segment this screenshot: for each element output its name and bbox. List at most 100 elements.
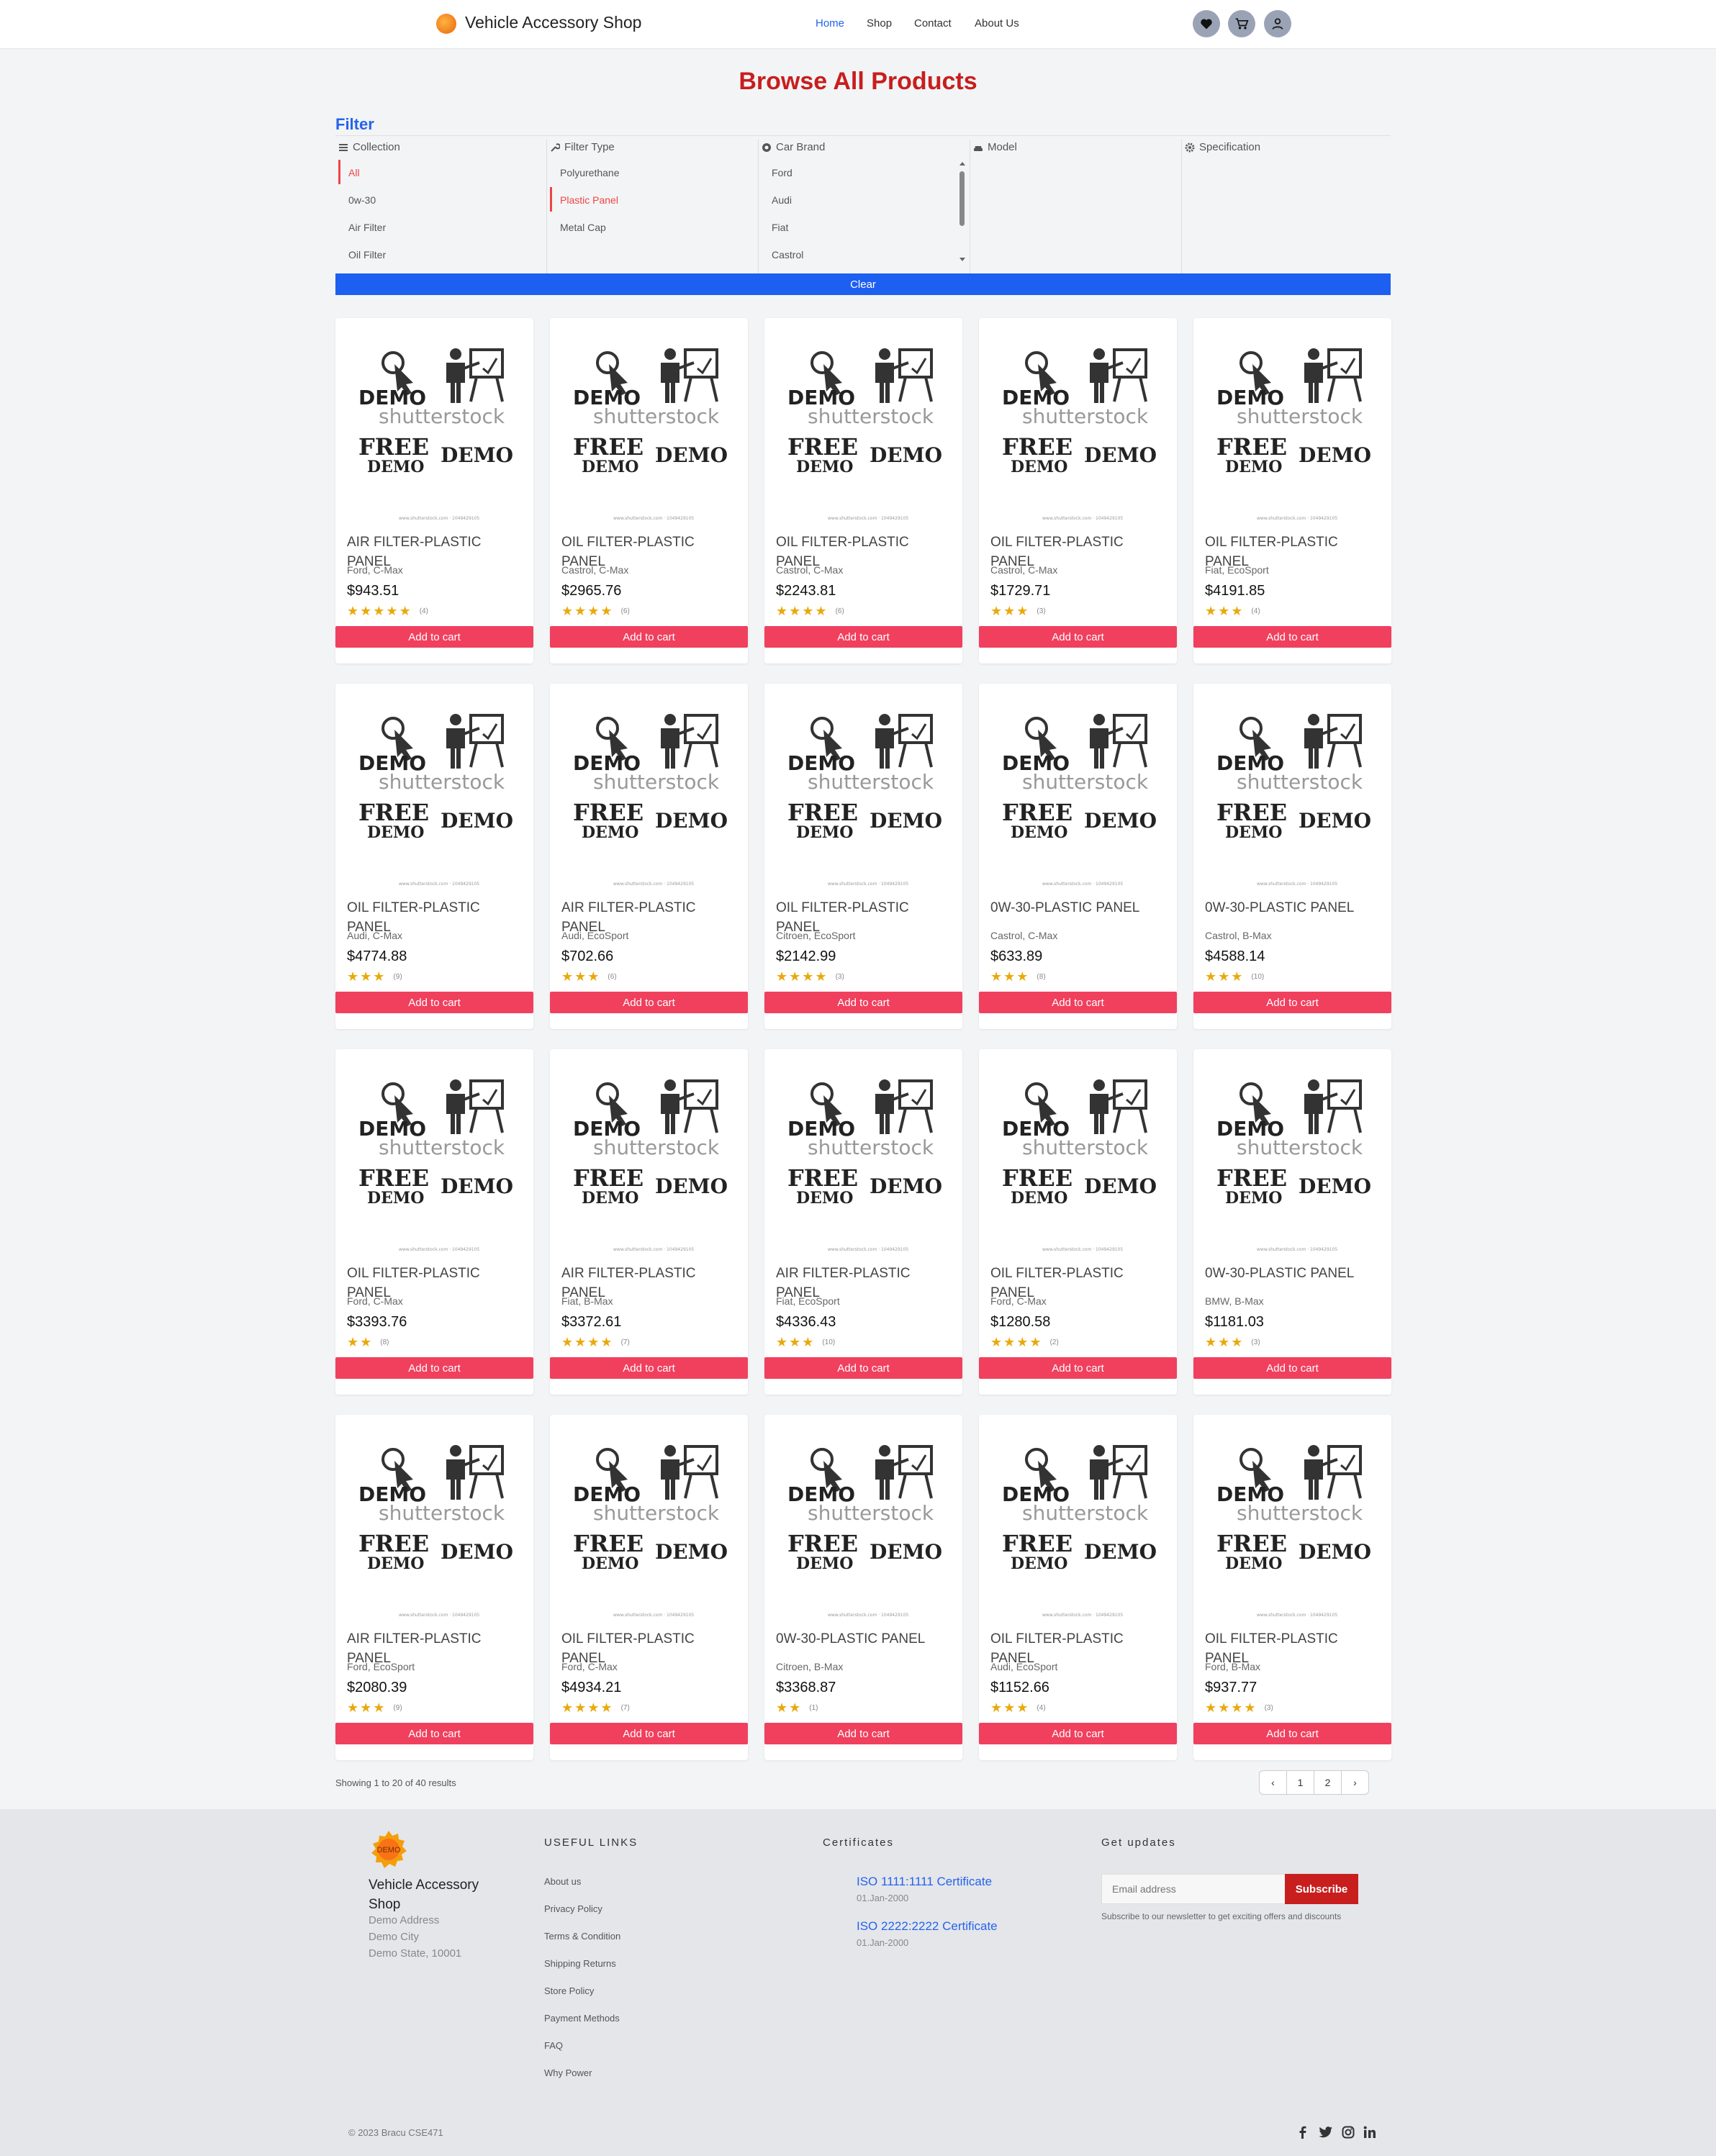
clear-filters-button[interactable]: Clear xyxy=(335,273,1391,295)
footer-link-payment[interactable]: Payment Methods xyxy=(544,2013,620,2024)
add-to-cart-button[interactable]: Add to cart xyxy=(1193,992,1391,1013)
filter-option-castrol[interactable]: Castrol xyxy=(772,249,803,261)
product-card[interactable]: DEMO shutterstock FREE DEMO DEMO www.shu… xyxy=(335,684,533,1029)
product-image[interactable]: DEMO shutterstock FREE DEMO DEMO www.shu… xyxy=(1193,1049,1391,1254)
certificate-link[interactable]: ISO 1111:1111 Certificate xyxy=(857,1875,992,1889)
product-image[interactable]: DEMO shutterstock FREE DEMO DEMO www.shu… xyxy=(550,684,748,889)
filter-option-ford[interactable]: Ford xyxy=(772,167,792,178)
nav-shop[interactable]: Shop xyxy=(867,17,892,30)
product-image[interactable]: DEMO shutterstock FREE DEMO DEMO www.shu… xyxy=(764,318,962,523)
add-to-cart-button[interactable]: Add to cart xyxy=(764,626,962,648)
filter-option-polyurethane[interactable]: Polyurethane xyxy=(560,167,620,178)
filter-option-air-filter[interactable]: Air Filter xyxy=(348,222,386,233)
product-card[interactable]: DEMO shutterstock FREE DEMO DEMO www.shu… xyxy=(550,684,748,1029)
add-to-cart-button[interactable]: Add to cart xyxy=(335,1357,533,1379)
filter-option-all[interactable]: All xyxy=(348,167,360,178)
scroll-thumb[interactable] xyxy=(959,171,965,226)
add-to-cart-button[interactable]: Add to cart xyxy=(550,992,748,1013)
footer-link-terms[interactable]: Terms & Condition xyxy=(544,1931,620,1942)
product-image[interactable]: DEMO shutterstock FREE DEMO DEMO www.shu… xyxy=(550,1415,748,1620)
product-name[interactable]: 0W-30-Plastic Panel xyxy=(1205,1264,1385,1283)
product-image[interactable]: DEMO shutterstock FREE DEMO DEMO www.shu… xyxy=(550,318,748,523)
product-card[interactable]: DEMO shutterstock FREE DEMO DEMO www.shu… xyxy=(764,684,962,1029)
shop-logo[interactable] xyxy=(436,14,456,34)
subscribe-button[interactable]: Subscribe xyxy=(1285,1874,1358,1904)
product-card[interactable]: DEMO shutterstock FREE DEMO DEMO www.shu… xyxy=(335,318,533,663)
product-card[interactable]: DEMO shutterstock FREE DEMO DEMO www.shu… xyxy=(550,1415,748,1760)
product-image[interactable]: DEMO shutterstock FREE DEMO DEMO www.shu… xyxy=(764,684,962,889)
product-name[interactable]: 0W-30-Plastic Panel xyxy=(776,1629,956,1649)
product-card[interactable]: DEMO shutterstock FREE DEMO DEMO www.shu… xyxy=(979,684,1177,1029)
account-button[interactable] xyxy=(1264,10,1291,37)
product-card[interactable]: DEMO shutterstock FREE DEMO DEMO www.shu… xyxy=(764,318,962,663)
cart-button[interactable] xyxy=(1228,10,1255,37)
product-image[interactable]: DEMO shutterstock FREE DEMO DEMO www.shu… xyxy=(1193,1415,1391,1620)
page-2-button[interactable]: 2 xyxy=(1314,1770,1342,1795)
add-to-cart-button[interactable]: Add to cart xyxy=(979,1357,1177,1379)
filter-option-0w30[interactable]: 0w-30 xyxy=(348,194,376,206)
product-card[interactable]: DEMO shutterstock FREE DEMO DEMO www.shu… xyxy=(979,1049,1177,1395)
nav-about-us[interactable]: About Us xyxy=(975,17,1019,30)
product-card[interactable]: DEMO shutterstock FREE DEMO DEMO www.shu… xyxy=(1193,1415,1391,1760)
product-image[interactable]: DEMO shutterstock FREE DEMO DEMO www.shu… xyxy=(979,318,1177,523)
add-to-cart-button[interactable]: Add to cart xyxy=(335,1723,533,1744)
product-image[interactable]: DEMO shutterstock FREE DEMO DEMO www.shu… xyxy=(550,1049,748,1254)
product-card[interactable]: DEMO shutterstock FREE DEMO DEMO www.shu… xyxy=(335,1415,533,1760)
product-card[interactable]: DEMO shutterstock FREE DEMO DEMO www.shu… xyxy=(335,1049,533,1395)
add-to-cart-button[interactable]: Add to cart xyxy=(979,1723,1177,1744)
product-card[interactable]: DEMO shutterstock FREE DEMO DEMO www.shu… xyxy=(764,1049,962,1395)
filter-option-plastic-panel[interactable]: Plastic Panel xyxy=(560,194,618,206)
next-page-button[interactable]: › xyxy=(1341,1770,1369,1795)
product-card[interactable]: DEMO shutterstock FREE DEMO DEMO www.shu… xyxy=(1193,684,1391,1029)
scroll-up-icon[interactable] xyxy=(959,160,966,167)
add-to-cart-button[interactable]: Add to cart xyxy=(550,1357,748,1379)
scroll-down-icon[interactable] xyxy=(959,256,966,263)
add-to-cart-button[interactable]: Add to cart xyxy=(764,1357,962,1379)
product-image[interactable]: DEMO shutterstock FREE DEMO DEMO www.shu… xyxy=(1193,684,1391,889)
wishlist-button[interactable] xyxy=(1193,10,1220,37)
product-card[interactable]: DEMO shutterstock FREE DEMO DEMO www.shu… xyxy=(979,1415,1177,1760)
newsletter-email-input[interactable] xyxy=(1101,1874,1286,1904)
filter-option-fiat[interactable]: Fiat xyxy=(772,222,788,233)
footer-link-about[interactable]: About us xyxy=(544,1876,581,1887)
add-to-cart-button[interactable]: Add to cart xyxy=(764,992,962,1013)
linkedin-icon[interactable] xyxy=(1363,2126,1376,2139)
certificate-link[interactable]: ISO 2222:2222 Certificate xyxy=(857,1919,998,1934)
nav-home[interactable]: Home xyxy=(816,17,844,30)
product-image[interactable]: DEMO shutterstock FREE DEMO DEMO www.shu… xyxy=(979,684,1177,889)
add-to-cart-button[interactable]: Add to cart xyxy=(1193,1357,1391,1379)
filter-option-oil-filter[interactable]: Oil Filter xyxy=(348,249,386,261)
filter-option-metal-cap[interactable]: Metal Cap xyxy=(560,222,606,233)
product-image[interactable]: DEMO shutterstock FREE DEMO DEMO www.shu… xyxy=(335,684,533,889)
product-image[interactable]: DEMO shutterstock FREE DEMO DEMO www.shu… xyxy=(764,1415,962,1620)
product-image[interactable]: DEMO shutterstock FREE DEMO DEMO www.shu… xyxy=(335,1049,533,1254)
add-to-cart-button[interactable]: Add to cart xyxy=(335,992,533,1013)
product-image[interactable]: DEMO shutterstock FREE DEMO DEMO www.shu… xyxy=(335,318,533,523)
add-to-cart-button[interactable]: Add to cart xyxy=(979,992,1177,1013)
footer-link-faq[interactable]: FAQ xyxy=(544,2040,563,2051)
add-to-cart-button[interactable]: Add to cart xyxy=(1193,626,1391,648)
product-image[interactable]: DEMO shutterstock FREE DEMO DEMO www.shu… xyxy=(764,1049,962,1254)
instagram-icon[interactable] xyxy=(1342,2126,1355,2139)
filter-option-audi[interactable]: Audi xyxy=(772,194,792,206)
product-image[interactable]: DEMO shutterstock FREE DEMO DEMO www.shu… xyxy=(1193,318,1391,523)
add-to-cart-button[interactable]: Add to cart xyxy=(335,626,533,648)
product-card[interactable]: DEMO shutterstock FREE DEMO DEMO www.shu… xyxy=(1193,318,1391,663)
add-to-cart-button[interactable]: Add to cart xyxy=(1193,1723,1391,1744)
filter-scrollbar[interactable] xyxy=(958,160,967,263)
product-image[interactable]: DEMO shutterstock FREE DEMO DEMO www.shu… xyxy=(979,1049,1177,1254)
product-card[interactable]: DEMO shutterstock FREE DEMO DEMO www.shu… xyxy=(764,1415,962,1760)
product-name[interactable]: 0W-30-Plastic Panel xyxy=(1205,898,1385,918)
footer-link-why-power[interactable]: Why Power xyxy=(544,2067,592,2078)
product-card[interactable]: DEMO shutterstock FREE DEMO DEMO www.shu… xyxy=(550,1049,748,1395)
add-to-cart-button[interactable]: Add to cart xyxy=(550,626,748,648)
product-name[interactable]: 0W-30-Plastic Panel xyxy=(990,898,1170,918)
add-to-cart-button[interactable]: Add to cart xyxy=(979,626,1177,648)
add-to-cart-button[interactable]: Add to cart xyxy=(550,1723,748,1744)
footer-link-shipping[interactable]: Shipping Returns xyxy=(544,1958,616,1969)
product-image[interactable]: DEMO shutterstock FREE DEMO DEMO www.shu… xyxy=(335,1415,533,1620)
page-1-button[interactable]: 1 xyxy=(1286,1770,1314,1795)
footer-link-store-policy[interactable]: Store Policy xyxy=(544,1985,594,1996)
add-to-cart-button[interactable]: Add to cart xyxy=(764,1723,962,1744)
facebook-icon[interactable] xyxy=(1297,2126,1307,2139)
